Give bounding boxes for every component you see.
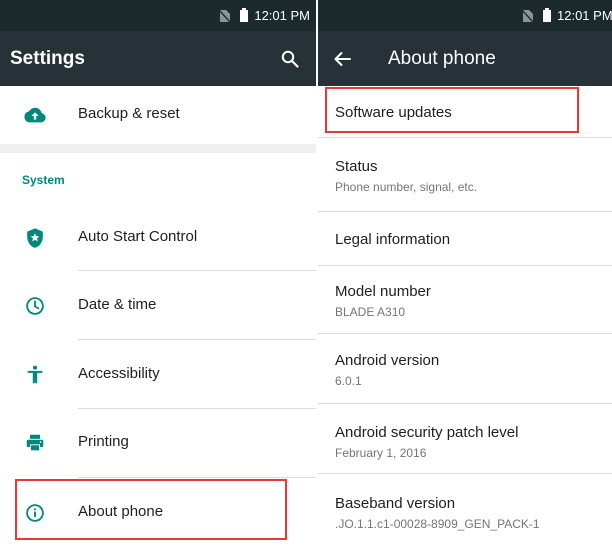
- about-item-status[interactable]: Status Phone number, signal, etc.: [318, 138, 612, 212]
- screenshot-pair: 12:01 PM Settings Backup & reset System: [0, 0, 612, 546]
- cloud-upload-icon: [24, 104, 46, 126]
- settings-item-label: Accessibility: [78, 365, 160, 382]
- shield-star-icon: [24, 227, 46, 249]
- status-bar: 12:01 PM: [0, 0, 316, 31]
- about-item-security-patch-level[interactable]: Android security patch level February 1,…: [318, 404, 612, 474]
- info-icon: [24, 502, 46, 524]
- section-gap: [0, 144, 316, 153]
- accessibility-icon: [24, 364, 46, 386]
- search-icon: [281, 50, 299, 68]
- about-item-title: Software updates: [335, 104, 452, 121]
- settings-item-label: About phone: [78, 503, 164, 520]
- search-button[interactable]: [270, 31, 310, 86]
- status-time: 12:01 PM: [254, 8, 310, 23]
- status-time: 12:01 PM: [557, 8, 612, 23]
- settings-item-label: Printing: [78, 433, 129, 450]
- about-item-subtitle: .JO.1.1.c1-00028-8909_GEN_PACK-1: [335, 517, 540, 531]
- back-button[interactable]: [322, 31, 362, 86]
- about-item-legal-information[interactable]: Legal information: [318, 212, 612, 266]
- about-item-software-updates[interactable]: Software updates: [318, 86, 612, 138]
- page-title: About phone: [388, 48, 496, 69]
- battery-icon: [240, 7, 249, 22]
- no-sim-icon: [522, 9, 533, 22]
- status-cluster: 12:01 PM: [219, 0, 310, 31]
- settings-item-printing[interactable]: Printing: [0, 408, 316, 476]
- settings-item-label: Auto Start Control: [78, 228, 198, 245]
- no-sim-icon: [219, 9, 231, 22]
- app-bar: About phone: [318, 31, 612, 86]
- about-item-model-number[interactable]: Model number BLADE A310: [318, 266, 612, 334]
- about-item-title: Baseband version: [335, 495, 456, 512]
- app-bar: Settings: [0, 31, 316, 86]
- about-item-subtitle: 6.0.1: [335, 374, 362, 388]
- settings-item-label: Date & time: [78, 296, 157, 313]
- about-item-title: Status: [335, 158, 378, 175]
- settings-list: Backup & reset System Auto Start Control…: [0, 86, 316, 546]
- about-item-title: Model number: [335, 283, 431, 300]
- back-arrow-icon: [333, 51, 351, 67]
- printer-icon: [24, 432, 46, 454]
- about-phone-screen: 12:01 PM About phone Software updates St…: [316, 0, 612, 546]
- about-item-baseband-version[interactable]: Baseband version .JO.1.1.c1-00028-8909_G…: [318, 474, 612, 546]
- settings-screen: 12:01 PM Settings Backup & reset System: [0, 0, 316, 546]
- settings-item-date-time[interactable]: Date & time: [0, 271, 316, 339]
- about-list: Software updates Status Phone number, si…: [318, 86, 612, 546]
- status-cluster: 12:01 PM: [522, 0, 612, 31]
- page-title: Settings: [10, 48, 85, 69]
- status-bar: 12:01 PM: [318, 0, 612, 31]
- settings-item-auto-start-control[interactable]: Auto Start Control: [0, 203, 316, 271]
- about-item-subtitle: Phone number, signal, etc.: [335, 180, 478, 194]
- settings-item-about-phone[interactable]: About phone: [0, 478, 316, 546]
- settings-item-label: Backup & reset: [78, 105, 180, 122]
- battery-icon: [543, 7, 551, 22]
- settings-item-backup-reset[interactable]: Backup & reset: [0, 80, 316, 148]
- about-item-title: Android security patch level: [335, 424, 519, 441]
- clock-icon: [24, 295, 46, 317]
- settings-item-accessibility[interactable]: Accessibility: [0, 340, 316, 408]
- about-item-subtitle: February 1, 2016: [335, 446, 427, 460]
- about-item-subtitle: BLADE A310: [335, 305, 406, 319]
- about-item-android-version[interactable]: Android version 6.0.1: [318, 334, 612, 404]
- about-item-title: Android version: [335, 352, 440, 369]
- section-header-system: System: [22, 173, 65, 187]
- about-item-title: Legal information: [335, 231, 451, 248]
